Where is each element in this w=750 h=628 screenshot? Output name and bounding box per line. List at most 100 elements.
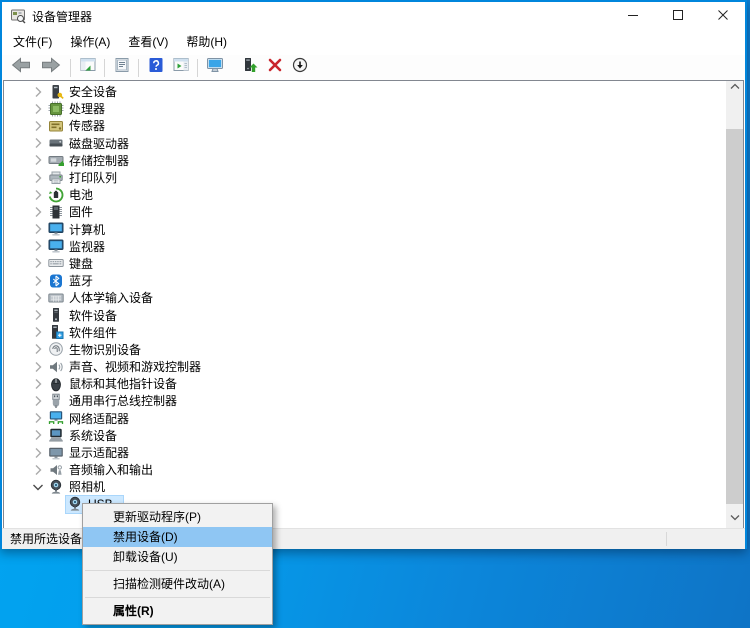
device-context-menu: 更新驱动程序(P) 禁用设备(D) 卸载设备(U) 扫描检测硬件改动(A) 属性… — [82, 503, 273, 625]
chevron-icon[interactable] — [30, 135, 48, 151]
chevron-icon[interactable] — [30, 359, 48, 375]
minimize-button[interactable] — [610, 2, 655, 30]
menu-help[interactable]: 帮助(H) — [177, 32, 236, 53]
chevron-down-icon[interactable] — [30, 479, 48, 495]
tree-item[interactable]: 键盘 — [4, 255, 726, 272]
tree-item-label: 生物识别设备 — [69, 341, 141, 358]
biometric-devices-icon — [48, 341, 64, 357]
tree-item[interactable]: 计算机 — [4, 221, 726, 238]
tree-item-label: 存储控制器 — [69, 152, 129, 169]
tree-item-label: 安全设备 — [69, 83, 117, 100]
computer-icon — [48, 221, 64, 237]
chevron-icon[interactable] — [30, 273, 48, 289]
tree-item[interactable]: 系统设备 — [4, 427, 726, 444]
tree-item-cameras[interactable]: 照相机 — [4, 478, 726, 495]
menu-item-scan-hardware-changes[interactable]: 扫描检测硬件改动(A) — [83, 574, 272, 594]
menu-item-uninstall-device[interactable]: 卸载设备(U) — [83, 547, 272, 567]
tree-item[interactable]: 网络适配器 — [4, 410, 726, 427]
help-button[interactable] — [143, 57, 168, 79]
tree-item-label: 系统设备 — [69, 427, 117, 444]
menu-item-update-driver[interactable]: 更新驱动程序(P) — [83, 507, 272, 527]
tree-item[interactable]: 软件组件 — [4, 324, 726, 341]
mice-icon — [48, 376, 64, 392]
tree-item[interactable]: 生物识别设备 — [4, 341, 726, 358]
chevron-icon[interactable] — [30, 427, 48, 443]
maximize-button[interactable] — [655, 2, 700, 30]
back-button[interactable] — [6, 57, 36, 79]
tree-item[interactable]: 鼠标和其他指针设备 — [4, 375, 726, 392]
tree-item[interactable]: 声音、视频和游戏控制器 — [4, 358, 726, 375]
menu-item-properties[interactable]: 属性(R) — [83, 601, 272, 621]
menu-item-disable-device[interactable]: 禁用设备(D) — [83, 527, 272, 547]
update-driver-button[interactable] — [237, 57, 262, 79]
properties-button[interactable] — [109, 57, 134, 79]
software-components-icon — [48, 324, 64, 340]
chevron-icon[interactable] — [30, 255, 48, 271]
monitors-icon — [48, 238, 64, 254]
vertical-scrollbar[interactable] — [726, 81, 743, 528]
device-manager-window: 设备管理器 文件(F) 操作(A) 查看(V) 帮助(H) — [0, 0, 747, 549]
tree-item[interactable]: 人体学输入设备 — [4, 289, 726, 306]
show-console-tree-button[interactable] — [75, 57, 100, 79]
chevron-icon[interactable] — [30, 152, 48, 168]
chevron-icon[interactable] — [30, 393, 48, 409]
chevron-icon[interactable] — [30, 221, 48, 237]
scroll-down-button[interactable] — [726, 511, 743, 528]
back-icon — [11, 57, 31, 78]
scrollbar-thumb[interactable] — [726, 129, 743, 504]
chevron-icon[interactable] — [30, 376, 48, 392]
chevron-icon[interactable] — [30, 84, 48, 100]
tree-item[interactable]: 传感器 — [4, 117, 726, 134]
chevron-icon[interactable] — [30, 324, 48, 340]
chevron-icon[interactable] — [30, 170, 48, 186]
tree-item[interactable]: 监视器 — [4, 238, 726, 255]
tree-item[interactable]: 音频输入和输出 — [4, 461, 726, 478]
computer-monitor-icon — [207, 57, 223, 78]
close-button[interactable] — [700, 2, 745, 30]
batteries-icon — [48, 187, 64, 203]
chevron-icon[interactable] — [30, 101, 48, 117]
tree-item[interactable]: 安全设备 — [4, 83, 726, 100]
menu-view[interactable]: 查看(V) — [119, 32, 177, 53]
chevron-icon[interactable] — [30, 238, 48, 254]
device-tree-panel: 安全设备 处理器 传感器 磁盘驱动器 存储控制器 — [3, 80, 744, 528]
show-action-pane-button[interactable] — [168, 57, 193, 79]
chevron-icon[interactable] — [30, 204, 48, 220]
tree-item[interactable]: 显示适配器 — [4, 444, 726, 461]
devices-button[interactable] — [202, 57, 227, 79]
tree-item[interactable]: 软件设备 — [4, 306, 726, 323]
chevron-icon[interactable] — [30, 118, 48, 134]
menu-separator — [85, 597, 270, 598]
tree-item[interactable]: 蓝牙 — [4, 272, 726, 289]
tree-item[interactable]: 打印队列 — [4, 169, 726, 186]
menu-bar: 文件(F) 操作(A) 查看(V) 帮助(H) — [2, 30, 745, 55]
forward-button[interactable] — [36, 57, 66, 79]
tree-item[interactable]: 通用串行总线控制器 — [4, 392, 726, 409]
disable-device-button[interactable] — [287, 57, 312, 79]
chevron-icon[interactable] — [30, 445, 48, 461]
toolbar-separator — [197, 59, 198, 77]
chevron-icon[interactable] — [30, 462, 48, 478]
menu-file[interactable]: 文件(F) — [4, 32, 61, 53]
keyboards-icon — [48, 255, 64, 271]
chevron-icon[interactable] — [30, 187, 48, 203]
show-action-pane-icon — [173, 57, 189, 78]
software-devices-icon — [48, 307, 64, 323]
tree-item[interactable]: 存储控制器 — [4, 152, 726, 169]
tree-item[interactable]: 固件 — [4, 203, 726, 220]
tree-item[interactable]: 磁盘驱动器 — [4, 135, 726, 152]
uninstall-device-button[interactable] — [262, 57, 287, 79]
show-console-tree-icon — [80, 57, 96, 78]
chevron-icon[interactable] — [30, 341, 48, 357]
network-adapters-icon — [48, 410, 64, 426]
tree-item[interactable]: 处理器 — [4, 100, 726, 117]
tree-item[interactable]: 电池 — [4, 186, 726, 203]
chevron-icon[interactable] — [30, 290, 48, 306]
scroll-up-button[interactable] — [726, 81, 743, 98]
menu-action[interactable]: 操作(A) — [61, 32, 119, 53]
human-interface-devices-icon — [48, 290, 64, 306]
chevron-icon[interactable] — [30, 307, 48, 323]
tree-item-label: 鼠标和其他指针设备 — [69, 375, 177, 392]
chevron-icon[interactable] — [30, 410, 48, 426]
uninstall-device-icon — [267, 57, 283, 78]
